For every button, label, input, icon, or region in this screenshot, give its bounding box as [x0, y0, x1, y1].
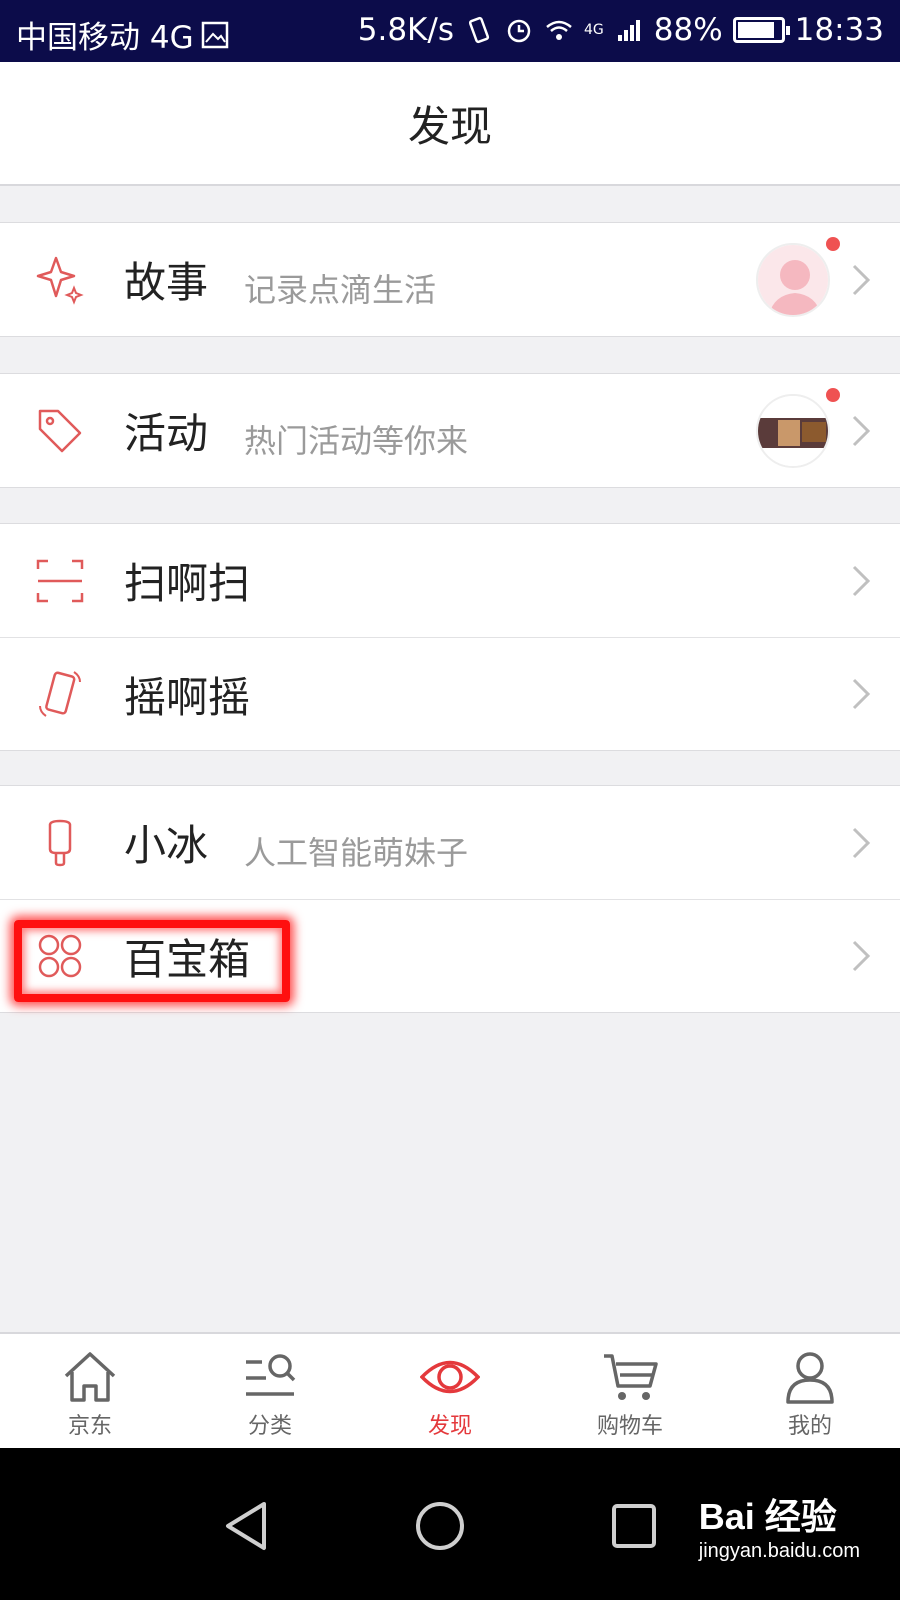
bottom-tab-bar: 京东 分类 发现 购物车 我的 [0, 1332, 900, 1448]
popsicle-icon [34, 817, 86, 869]
back-icon[interactable] [208, 1486, 288, 1566]
scan-icon [34, 555, 86, 607]
xiaobing-label: 小冰 [124, 821, 209, 870]
carrier-label: 中国移动 4G [16, 20, 194, 56]
toolbox-label: 百宝箱 [124, 934, 251, 984]
battery-percent: 88% [653, 12, 723, 48]
image-icon [201, 21, 228, 48]
shake-phone-icon [34, 668, 86, 720]
tab-discover[interactable]: 发现 [360, 1334, 540, 1448]
home-icon [64, 1352, 116, 1402]
menu-item-activity[interactable]: 活动 热门活动等你来 [0, 374, 900, 487]
page-header: 发现 [0, 62, 900, 186]
chevron-right-icon [852, 565, 871, 596]
watermark-main: Bai 经验 [698, 1496, 837, 1537]
category-search-icon [246, 1354, 296, 1396]
tab-category[interactable]: 分类 [180, 1334, 360, 1448]
menu-item-shake[interactable]: 摇啊摇 [0, 637, 900, 750]
net-speed: 5.8K/s [357, 12, 454, 48]
group-story: 故事 记录点滴生活 [0, 222, 900, 337]
clock: 18:33 [794, 12, 884, 48]
wifi-icon [546, 20, 572, 40]
tab-home[interactable]: 京东 [0, 1334, 180, 1448]
status-bar: 中国移动 4G 5.8K/s 4G 88% 18:33 [0, 0, 900, 62]
chevron-right-icon [852, 827, 871, 858]
notification-dot [826, 388, 840, 402]
tab-label: 发现 [427, 1414, 472, 1439]
home-button-icon[interactable] [400, 1486, 480, 1566]
tab-label: 购物车 [596, 1414, 663, 1439]
menu-item-toolbox[interactable]: 百宝箱 [0, 899, 900, 1012]
group-tools: 扫啊扫 摇啊摇 [0, 523, 900, 751]
avatar [756, 242, 830, 317]
watermark-sub: jingyan.baidu.com [698, 1540, 860, 1562]
chevron-right-icon [852, 940, 871, 972]
system-nav-bar: Bai 经验 jingyan.baidu.com [0, 1448, 900, 1600]
user-icon [786, 1352, 834, 1404]
group-more: 小冰 人工智能萌妹子 百宝箱 [0, 785, 900, 1013]
tab-label: 我的 [787, 1414, 832, 1439]
activity-thumbnail [756, 393, 830, 468]
shake-label: 摇啊摇 [124, 672, 251, 722]
tab-cart[interactable]: 购物车 [540, 1334, 720, 1448]
signal-icon [617, 20, 640, 41]
tag-icon [34, 405, 86, 457]
group-activity: 活动 热门活动等你来 [0, 373, 900, 488]
activity-label: 活动 [124, 409, 209, 458]
sparkle-icon [34, 254, 86, 306]
alarm-icon [507, 19, 531, 43]
notification-dot [826, 237, 840, 251]
chevron-right-icon [852, 415, 871, 446]
chevron-right-icon [852, 264, 871, 295]
menu-item-xiaobing[interactable]: 小冰 人工智能萌妹子 [0, 786, 900, 899]
scan-label: 扫啊扫 [124, 559, 251, 608]
tab-label: 京东 [67, 1414, 112, 1439]
network-type: 4G [583, 22, 604, 38]
battery-icon [732, 17, 790, 43]
page-title: 发现 [407, 101, 492, 151]
grid-circles-icon [34, 930, 86, 982]
menu-item-story[interactable]: 故事 记录点滴生活 [0, 223, 900, 336]
xiaobing-subtitle: 人工智能萌妹子 [244, 834, 469, 872]
watermark: Bai 经验 jingyan.baidu.com [699, 1488, 860, 1563]
vibrate-icon [468, 16, 490, 44]
story-label: 故事 [124, 258, 209, 307]
cart-icon [604, 1354, 658, 1400]
activity-subtitle: 热门活动等你来 [244, 422, 469, 460]
chevron-right-icon [852, 678, 871, 710]
eye-icon [420, 1360, 480, 1394]
menu-item-scan[interactable]: 扫啊扫 [0, 524, 900, 637]
tab-label: 分类 [247, 1414, 292, 1439]
recents-icon[interactable] [594, 1486, 674, 1566]
story-subtitle: 记录点滴生活 [244, 271, 437, 309]
tab-profile[interactable]: 我的 [720, 1334, 900, 1448]
